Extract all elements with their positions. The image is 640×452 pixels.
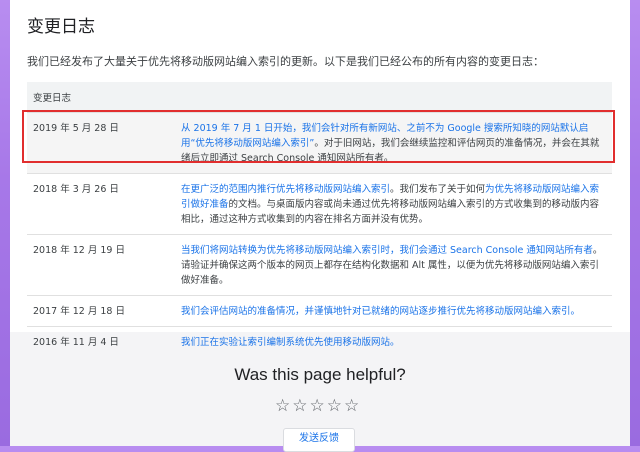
star-icon[interactable]: ☆ (310, 396, 327, 416)
star-icon[interactable]: ☆ (327, 396, 344, 416)
highlight-annotation (22, 110, 615, 163)
star-rating[interactable]: ☆☆☆☆☆ (275, 396, 361, 416)
intro-text: 我们已经发布了大量关于优先将移动版网站编入索引的更新。以下是我们已经公布的所有内… (27, 55, 544, 68)
row-description: 我们正在实验让索引编制系统优先使用移动版网站。 (175, 326, 612, 357)
table-row: 2018 年 3 月 26 日在更广泛的范围内推行优先将移动版网站编入索引。我们… (27, 173, 612, 235)
star-icon[interactable]: ☆ (344, 396, 361, 416)
row-date: 2018 年 3 月 26 日 (27, 173, 175, 235)
table-row: 2016 年 11 月 4 日我们正在实验让索引编制系统优先使用移动版网站。 (27, 326, 612, 357)
star-icon[interactable]: ☆ (275, 396, 292, 416)
row-date: 2018 年 12 月 19 日 (27, 234, 175, 296)
helpful-question: Was this page helpful? (234, 365, 406, 384)
description-link[interactable]: 当我们将网站转换为优先将移动版网站编入索引时，我们会通过 Search Cons… (181, 245, 593, 256)
table-header: 变更日志 (27, 82, 612, 113)
table-row: 2018 年 12 月 19 日当我们将网站转换为优先将移动版网站编入索引时，我… (27, 234, 612, 296)
description-text: 。我们发布了关于如何 (390, 184, 486, 195)
table-row: 2017 年 12 月 18 日我们会评估网站的准备情况，并谨慎地针对已就绪的网… (27, 295, 612, 327)
row-description: 当我们将网站转换为优先将移动版网站编入索引时，我们会通过 Search Cons… (175, 234, 612, 296)
row-date: 2017 年 12 月 18 日 (27, 295, 175, 327)
row-description: 我们会评估网站的准备情况，并谨慎地针对已就绪的网站逐步推行优先将移动版网站编入索… (175, 295, 612, 327)
send-feedback-button[interactable]: 发送反馈 (283, 428, 355, 452)
star-icon[interactable]: ☆ (292, 396, 309, 416)
description-link[interactable]: 我们正在实验让索引编制系统优先使用移动版网站。 (181, 337, 400, 348)
description-link[interactable]: 我们会评估网站的准备情况，并谨慎地针对已就绪的网站逐步推行优先将移动版网站编入索… (181, 306, 580, 317)
description-text: 的文档。与桌面版内容或尚未通过优先将移动版网站编入索引的方式收集到的移动版内容相… (181, 199, 600, 225)
table-header-row: 变更日志 (27, 82, 612, 113)
page-title: 变更日志 (27, 17, 95, 37)
row-description: 在更广泛的范围内推行优先将移动版网站编入索引。我们发布了关于如何为优先将移动版网… (175, 173, 612, 235)
description-link[interactable]: 在更广泛的范围内推行优先将移动版网站编入索引 (181, 184, 390, 195)
row-date: 2016 年 11 月 4 日 (27, 326, 175, 357)
